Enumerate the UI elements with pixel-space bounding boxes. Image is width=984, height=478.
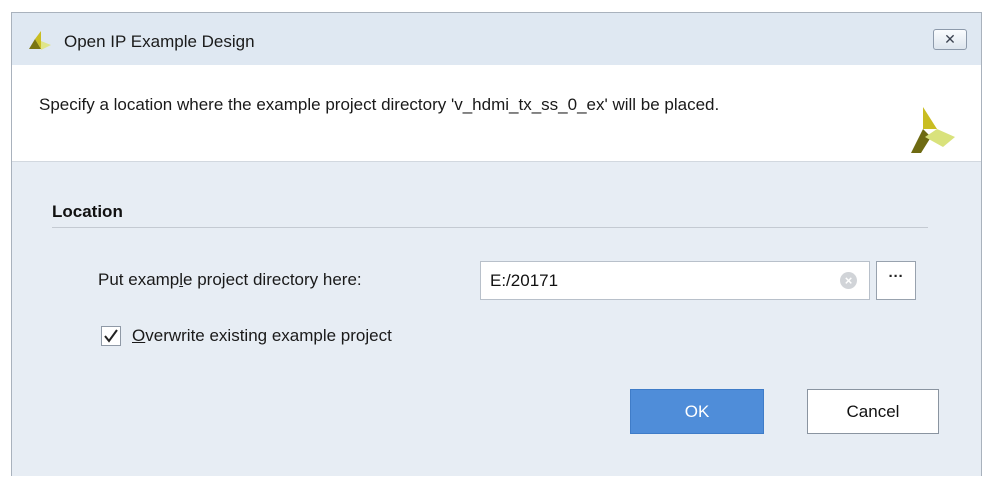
clear-icon[interactable]: × [840, 272, 857, 289]
browse-button[interactable]: ··· [876, 261, 916, 300]
xilinx-logo-icon [911, 107, 955, 153]
overwrite-checkbox[interactable] [101, 326, 121, 346]
checkmark-icon [104, 329, 118, 343]
close-button[interactable]: ✕ [933, 29, 967, 50]
window-title: Open IP Example Design [64, 32, 255, 51]
dialog-header: Specify a location where the example pro… [12, 65, 981, 162]
section-divider [52, 227, 928, 228]
project-directory-label: Put example project directory here: [98, 270, 362, 289]
overwrite-label[interactable]: Overwrite existing example project [132, 326, 392, 346]
ok-button[interactable]: OK [630, 389, 764, 434]
title-bar: Open IP Example Design ✕ [12, 13, 981, 65]
section-title-location: Location [52, 202, 123, 221]
cancel-button[interactable]: Cancel [807, 389, 939, 434]
project-directory-input[interactable] [481, 262, 830, 299]
header-description: Specify a location where the example pro… [39, 95, 720, 114]
project-directory-field[interactable]: × [480, 261, 870, 300]
close-icon: ✕ [944, 31, 956, 47]
xilinx-logo-icon [29, 31, 51, 50]
